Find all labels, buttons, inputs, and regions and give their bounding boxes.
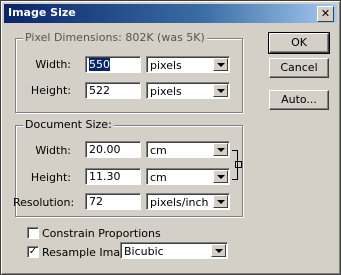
- cancel-button[interactable]: Cancel: [269, 58, 329, 78]
- image-size-dialog: Image Size ✕ Pixel Dimensions: 802K (was…: [0, 0, 341, 275]
- pixel-height-label: Height:: [30, 84, 71, 97]
- doc-height-unit: cm: [150, 171, 167, 184]
- doc-width-input[interactable]: 20.00: [85, 141, 141, 158]
- pixel-width-label: Width:: [35, 58, 71, 71]
- doc-width-unit-select[interactable]: cm: [146, 141, 230, 158]
- doc-width-value: 20.00: [89, 143, 121, 156]
- chevron-down-icon[interactable]: [213, 143, 228, 156]
- doc-width-label: Width:: [35, 144, 71, 157]
- doc-width-unit: cm: [150, 144, 167, 157]
- dialog-title: Image Size: [8, 6, 76, 19]
- pixel-dimensions-legend: Pixel Dimensions: 802K (was 5K): [23, 31, 207, 44]
- pixel-height-input[interactable]: 522: [85, 82, 141, 99]
- doc-height-label: Height:: [30, 171, 71, 184]
- constrain-proportions-checkbox[interactable]: [27, 227, 39, 239]
- chevron-down-icon[interactable]: [211, 244, 226, 257]
- doc-height-input[interactable]: 11.30: [85, 168, 141, 185]
- resample-image-checkbox[interactable]: ✓: [27, 246, 39, 258]
- resolution-unit: pixels/inch: [150, 196, 209, 209]
- title-bar[interactable]: Image Size ✕: [4, 4, 337, 23]
- document-size-legend: Document Size:: [23, 118, 114, 131]
- resolution-input[interactable]: 72: [85, 193, 141, 210]
- chevron-down-icon[interactable]: [213, 58, 228, 71]
- chevron-down-icon[interactable]: [213, 170, 228, 183]
- pixel-width-input[interactable]: 550: [85, 56, 141, 73]
- resolution-label: Resolution:: [13, 196, 75, 209]
- pixel-dimensions-group: [15, 38, 243, 113]
- doc-height-unit-select[interactable]: cm: [146, 168, 230, 185]
- auto-button[interactable]: Auto...: [269, 90, 329, 110]
- resample-method-select[interactable]: Bicubic: [120, 242, 228, 259]
- resolution-unit-select[interactable]: pixels/inch: [146, 193, 230, 210]
- resample-method: Bicubic: [124, 245, 164, 258]
- lock-icon: [235, 161, 242, 168]
- ok-button[interactable]: OK: [268, 32, 330, 54]
- pixel-height-value: 522: [89, 84, 110, 97]
- pixel-height-unit-select[interactable]: pixels: [146, 82, 230, 99]
- constrain-proportions-label[interactable]: Constrain Proportions: [42, 227, 161, 240]
- doc-height-value: 11.30: [89, 170, 121, 183]
- pixel-width-unit-select[interactable]: pixels: [146, 56, 230, 73]
- chevron-down-icon[interactable]: [213, 195, 228, 208]
- chevron-down-icon[interactable]: [213, 84, 228, 97]
- close-icon[interactable]: ✕: [317, 6, 334, 22]
- resolution-value: 72: [89, 195, 103, 208]
- pixel-width-value: 550: [89, 58, 110, 71]
- pixel-height-unit: pixels: [150, 85, 182, 98]
- pixel-width-unit: pixels: [150, 59, 182, 72]
